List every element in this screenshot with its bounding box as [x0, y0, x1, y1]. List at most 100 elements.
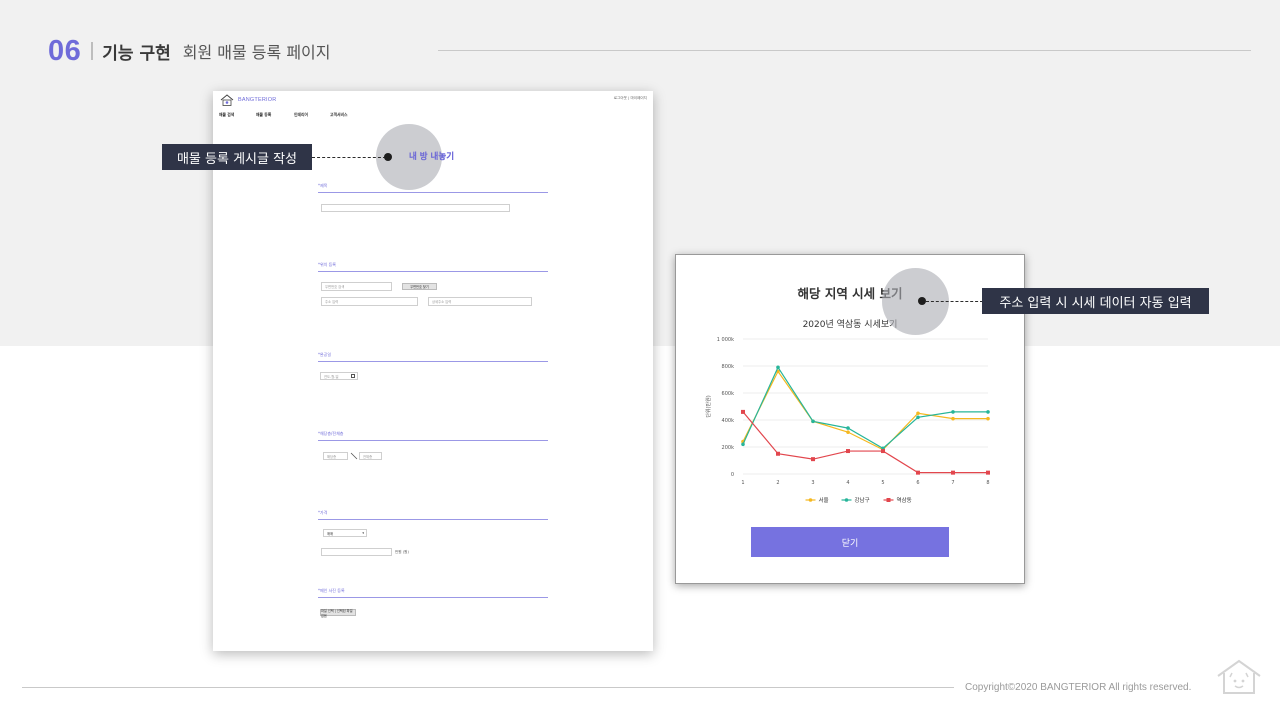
legend-marker: [844, 498, 849, 502]
series-point: [916, 415, 920, 420]
y-tick-label: 0: [731, 472, 734, 478]
series-point: [986, 416, 990, 421]
series-point: [881, 449, 885, 454]
floor-section: *해당층/전체층: [318, 431, 548, 441]
y-tick-label: 600k: [722, 391, 735, 397]
y-tick-label: 1 000k: [717, 337, 734, 343]
series-point: [811, 419, 815, 424]
legend-marker: [886, 498, 891, 502]
y-axis-label: 단위(만원): [705, 395, 712, 417]
series-line: [742, 366, 988, 450]
copyright-text: Copyright©2020 BANGTERIOR All rights res…: [965, 682, 1192, 693]
x-tick-label: 4: [846, 480, 849, 486]
series-point: [741, 442, 745, 447]
series-point: [951, 410, 955, 414]
nav-item-interior[interactable]: 인테리어: [294, 112, 330, 118]
slide-header: 06 기능 구현 회원 매물 등록 페이지: [48, 34, 331, 68]
price-label: *가격: [318, 510, 548, 520]
nav-item-register[interactable]: 매물 등록: [256, 112, 294, 118]
callout-dot-left: [384, 153, 392, 161]
series-point: [741, 409, 745, 414]
total-floor-input[interactable]: 전체층: [359, 452, 382, 460]
y-tick-label: 400k: [722, 418, 735, 424]
postcode-input[interactable]: 우편번호 검색: [321, 282, 392, 291]
legend-label: 역삼동: [897, 496, 912, 504]
address-input[interactable]: 주소 입력: [321, 297, 418, 306]
x-tick-label: 2: [776, 480, 779, 486]
legend-label: 서울: [819, 496, 829, 504]
modal-title: 해당 지역 시세 보기: [797, 286, 903, 301]
section-number: 06: [48, 34, 82, 67]
title-label: *제목: [318, 183, 548, 193]
price-input[interactable]: [321, 548, 392, 556]
completion-date-input[interactable]: 연도-월-일: [320, 372, 358, 380]
series-point: [846, 430, 850, 434]
price-chart-modal: 해당 지역 시세 보기 2020년 역삼동 시세보기 0 200k 400k 600k…: [675, 254, 1025, 584]
price-unit: 만원 (원): [395, 550, 409, 554]
section-title: 기능 구현: [102, 43, 171, 64]
series-point: [951, 470, 955, 475]
completion-label: *완공일: [318, 352, 548, 362]
logo-text: BANGTERIOR: [238, 97, 277, 103]
price-type-value: 매매: [327, 531, 334, 536]
x-tick-label: 1: [741, 480, 744, 486]
address-detail-input[interactable]: 상세주소 입력: [428, 297, 532, 306]
date-value: 연도-월-일: [324, 374, 339, 379]
series-point: [846, 426, 850, 430]
chevron-down-icon: ▾: [362, 531, 364, 535]
series-point: [986, 410, 990, 414]
site-logo[interactable]: BANGTERIOR: [220, 94, 276, 106]
x-tick-label: 7: [951, 480, 954, 486]
section-subtitle: 회원 매물 등록 페이지: [182, 43, 331, 62]
calendar-icon: [351, 374, 355, 378]
callout-connector-right: [926, 301, 983, 302]
legend-marker: [808, 498, 813, 502]
main-nav: 매물 검색 매물 등록 인테리어 고객서비스: [219, 112, 347, 118]
x-tick-label: 6: [916, 480, 919, 486]
x-tick-label: 5: [881, 480, 884, 486]
title-input[interactable]: [321, 204, 510, 212]
price-type-select[interactable]: 매매 ▾: [323, 529, 367, 537]
nav-item-search[interactable]: 매물 검색: [219, 112, 256, 118]
highlighted-page-heading: 내 방 내놓기: [409, 152, 455, 162]
y-tick-label: 800k: [722, 364, 735, 370]
series-point: [846, 449, 850, 454]
x-tick-label: 8: [986, 480, 989, 486]
photo-label: *메인 사진 등록: [318, 588, 548, 598]
location-section: *위치 등록: [318, 262, 548, 272]
price-line-chart: 0 200k 400k 600k 800k 1 000k 1 2 3 4 5 6 7 8 단위(만원) 서울 강…: [705, 337, 990, 504]
price-section: *가격: [318, 510, 548, 520]
close-button[interactable]: 닫기: [751, 527, 949, 557]
callout-dot-right: [918, 297, 926, 305]
header-rule: [438, 50, 1251, 51]
account-links[interactable]: 로그아웃 | 마이페이지: [614, 96, 647, 101]
series-point: [951, 416, 955, 421]
title-section: *제목: [318, 183, 548, 193]
auto-fill-callout: 주소 입력 시 시세 데이터 자동 입력: [982, 288, 1209, 314]
legend-label: 강남구: [855, 496, 870, 504]
series-point: [916, 411, 920, 416]
house-dog-logo-icon: [1217, 659, 1261, 694]
series-line: [742, 411, 988, 474]
series-point: [811, 457, 815, 462]
slash-separator-icon: [350, 452, 358, 460]
nav-item-customer-service[interactable]: 고객서비스: [330, 112, 347, 118]
x-tick-label: 3: [811, 480, 814, 486]
header-divider: [91, 42, 94, 60]
photo-section: *메인 사진 등록: [318, 588, 548, 598]
completion-section: *완공일: [318, 352, 548, 362]
footer-rule: [22, 687, 954, 688]
location-label: *위치 등록: [318, 262, 548, 272]
registration-callout: 매물 등록 게시글 작성: [162, 144, 312, 170]
postcode-search-button[interactable]: 우편번호 찾기: [402, 283, 437, 290]
y-tick-label: 200k: [722, 445, 735, 451]
series-point: [776, 365, 780, 370]
series-point: [986, 470, 990, 475]
photo-upload-button[interactable]: 파일 선택 | 선택된 파일 없음: [320, 609, 356, 618]
floor-input[interactable]: 해당층: [323, 452, 348, 460]
chart-title: 2020년 역삼동 시세보기: [802, 320, 898, 330]
series-point: [776, 451, 780, 456]
floor-label: *해당층/전체층: [318, 431, 548, 441]
callout-connector-left: [312, 157, 386, 158]
series-point: [916, 470, 920, 475]
